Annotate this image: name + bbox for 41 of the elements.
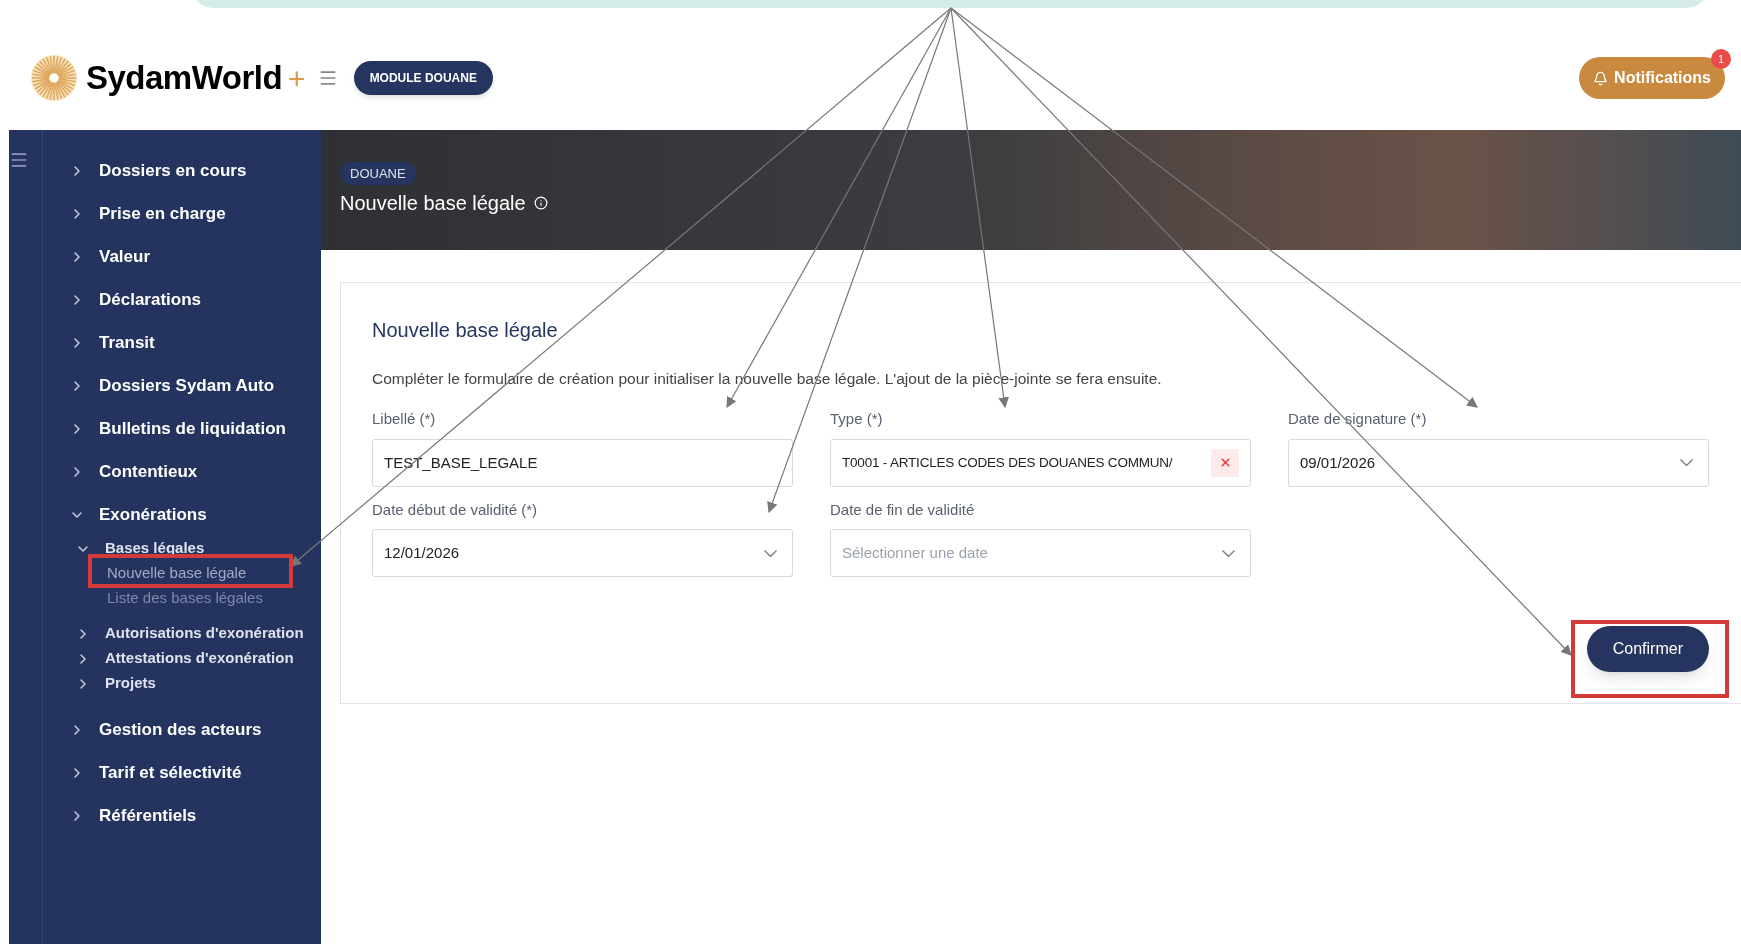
- brand-name: SydamWorld: [86, 58, 283, 99]
- date-field[interactable]: 12/01/2026: [372, 529, 793, 578]
- chevron-down-icon: [1222, 549, 1235, 557]
- input-field[interactable]: TEST_BASE_LEGALE: [372, 438, 793, 487]
- bell-icon: [1593, 70, 1609, 86]
- sidebar-item[interactable]: Contentieux: [99, 458, 198, 485]
- form-title: Nouvelle base légale: [372, 318, 559, 343]
- section-badge: DOUANE: [340, 161, 416, 186]
- sidebar-item[interactable]: Projets: [105, 672, 156, 695]
- clear-icon[interactable]: [1211, 448, 1239, 477]
- sidebar-item[interactable]: Tarif et sélectivité: [99, 759, 242, 786]
- sidebar-item[interactable]: Autorisations d'exonération: [105, 622, 304, 645]
- sidebar-item[interactable]: Référentiels: [99, 802, 197, 829]
- field-label: Date de fin de validité: [830, 499, 976, 520]
- select-field[interactable]: T0001 - ARTICLES CODES DES DOUANES COMMUN/: [830, 438, 1251, 487]
- info-icon[interactable]: [533, 196, 548, 211]
- sidebar-item[interactable]: Valeur: [99, 243, 151, 270]
- field-label: Date début de validité (*): [372, 499, 539, 520]
- sidebar-item[interactable]: Exonérations: [99, 501, 207, 528]
- sidebar-item[interactable]: Déclarations: [99, 286, 202, 313]
- field-label: Date de signature (*): [1288, 409, 1428, 430]
- sidebar-item[interactable]: Prise en charge: [99, 200, 226, 227]
- sidebar-item[interactable]: Nouvelle base légale: [107, 562, 247, 585]
- field-label: Libellé (*): [372, 409, 437, 430]
- notification-count: 1: [1711, 49, 1731, 69]
- field-label: Type (*): [830, 409, 884, 430]
- module-button[interactable]: MODULE DOUANE: [353, 61, 493, 95]
- page-title: Nouvelle base légale: [340, 191, 526, 217]
- confirm-button[interactable]: Confirmer: [1586, 626, 1709, 673]
- chevron-down-icon: [1680, 459, 1693, 467]
- brand-plus: +: [288, 60, 306, 97]
- sidebar-item[interactable]: Dossiers Sydam Auto: [99, 372, 275, 399]
- sidebar-item[interactable]: Attestations d'exonération: [105, 647, 294, 670]
- date-field[interactable]: 09/01/2026: [1288, 438, 1709, 487]
- sidebar-item[interactable]: Bulletins de liquidation: [99, 415, 286, 442]
- sun-logo-icon: [30, 54, 78, 102]
- sidebar-item[interactable]: Transit: [99, 329, 155, 356]
- sidebar-item[interactable]: Dossiers en cours: [99, 157, 247, 184]
- sidebar-item[interactable]: Gestion des acteurs: [99, 716, 262, 743]
- chevron-down-icon: [764, 549, 777, 557]
- sidebar-item[interactable]: Bases légales: [105, 537, 205, 560]
